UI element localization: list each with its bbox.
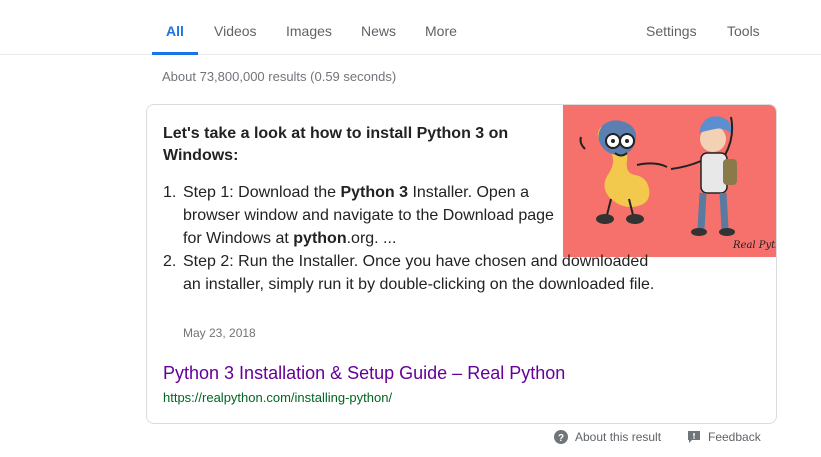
tab-news[interactable]: News: [361, 23, 396, 54]
about-this-result-button[interactable]: ? About this result: [554, 429, 661, 447]
search-tabs: All Videos Images News More Settings Too…: [0, 0, 821, 55]
search-results-page: All Videos Images News More Settings Too…: [0, 0, 821, 457]
result-url: https://realpython.com/installing-python…: [163, 390, 393, 405]
step-bold-text: Python 3: [340, 184, 408, 201]
tab-settings[interactable]: Settings: [646, 23, 697, 54]
tab-tools[interactable]: Tools: [727, 23, 760, 54]
snippet-steps-list: 1. Step 1: Download the Python 3 Installe…: [163, 181, 663, 296]
tab-more[interactable]: More: [425, 23, 457, 54]
step-number: 2.: [163, 253, 177, 270]
list-item: 2. Step 2: Run the Installer. Once you ha…: [163, 250, 663, 296]
featured-snippet-card: Real Python Let's take a look at how to …: [146, 104, 777, 424]
tab-all[interactable]: All: [152, 23, 198, 55]
list-item: 1. Step 1: Download the Python 3 Installe…: [163, 181, 555, 250]
image-caption: Real Python: [732, 240, 777, 251]
step-bold-text: python: [293, 230, 347, 247]
snippet-date: May 23, 2018: [183, 326, 256, 340]
help-icon: ?: [554, 429, 568, 444]
feedback-label: Feedback: [708, 429, 761, 444]
tab-images[interactable]: Images: [286, 23, 332, 54]
tab-videos[interactable]: Videos: [214, 23, 257, 54]
svg-text:?: ?: [558, 433, 564, 444]
step-text: Step 1: Download the: [183, 184, 341, 201]
result-stats: About 73,800,000 results (0.59 seconds): [162, 69, 397, 84]
person-figure: [670, 116, 737, 236]
step-text: Step 2: Run the Installer. Once you have…: [183, 253, 655, 293]
feedback-button[interactable]: Feedback: [687, 429, 761, 447]
feedback-icon: [688, 430, 700, 443]
about-this-result-label: About this result: [575, 429, 662, 444]
step-text: .org. ...: [346, 230, 397, 247]
step-number: 1.: [163, 184, 177, 201]
result-title-link[interactable]: Python 3 Installation & Setup Guide – Re…: [163, 363, 565, 384]
snippet-title: Let's take a look at how to install Pyth…: [163, 125, 509, 164]
